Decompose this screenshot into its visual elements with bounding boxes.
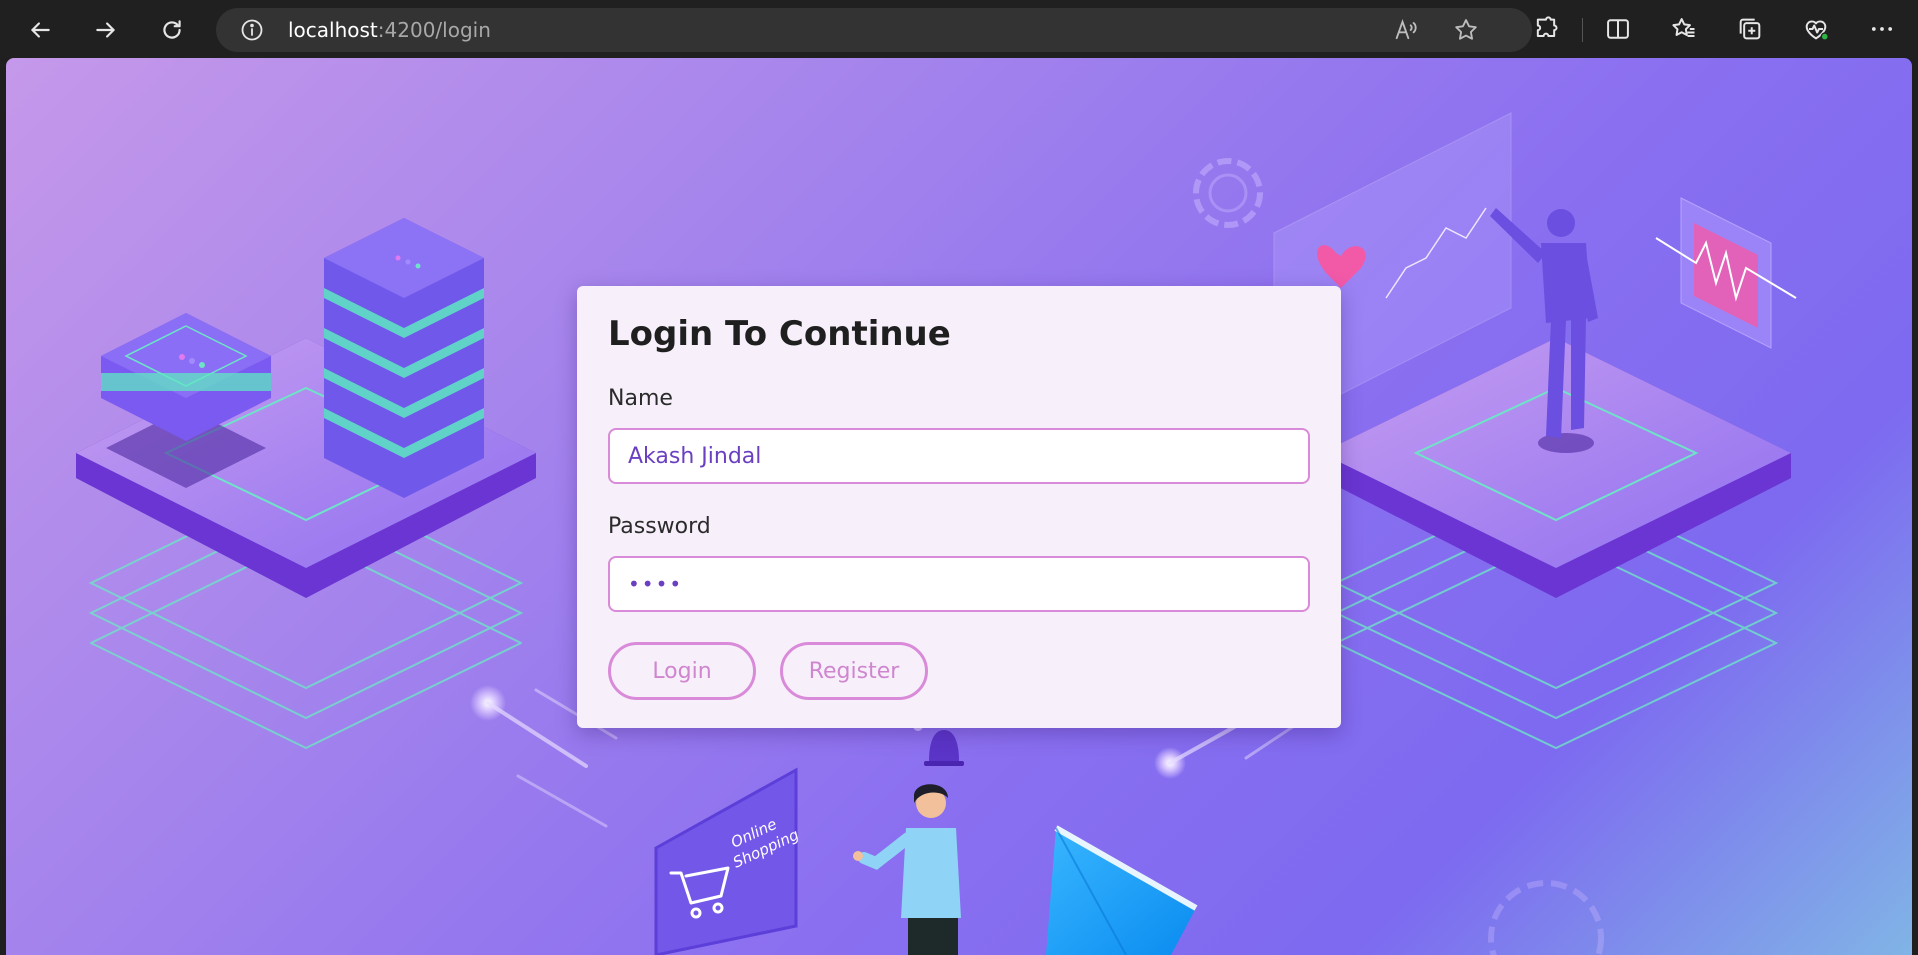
login-title: Login To Continue	[608, 314, 951, 354]
refresh-button[interactable]	[152, 10, 192, 50]
url-path: :4200/login	[377, 18, 491, 42]
url-host: localhost	[288, 18, 378, 42]
center-bottom-illustration: Online Shopping	[654, 721, 1604, 955]
password-input[interactable]: ••••	[608, 556, 1310, 612]
left-platform-illustration	[76, 218, 536, 749]
read-aloud-icon[interactable]	[1392, 16, 1420, 44]
password-value: ••••	[628, 572, 684, 596]
favorite-star-icon[interactable]	[1452, 16, 1480, 44]
login-card: Login To Continue Name Password •••• Log…	[577, 286, 1341, 728]
collections-icon[interactable]	[1736, 15, 1764, 43]
name-label: Name	[608, 386, 673, 411]
browser-essentials-icon[interactable]	[1802, 15, 1830, 43]
favorites-icon[interactable]	[1670, 15, 1698, 43]
login-button[interactable]: Login	[608, 642, 756, 700]
arrow-right-icon	[96, 22, 115, 38]
password-label: Password	[608, 514, 711, 539]
info-icon[interactable]	[240, 18, 264, 42]
extensions-icon[interactable]	[1532, 15, 1560, 43]
forward-button[interactable]	[86, 10, 126, 50]
register-button[interactable]: Register	[780, 642, 928, 700]
arrow-left-icon	[31, 22, 50, 38]
url-text[interactable]: localhost:4200/login	[288, 8, 491, 52]
toolbar-separator	[1582, 18, 1583, 42]
address-bar[interactable]: localhost:4200/login	[216, 8, 1532, 52]
split-screen-icon[interactable]	[1604, 15, 1632, 43]
page-viewport: Online Shopping Login To Continue Name A…	[6, 58, 1912, 955]
browser-toolbar: localhost:4200/login	[0, 0, 1918, 58]
name-input[interactable]	[608, 428, 1310, 484]
refresh-icon	[163, 20, 181, 39]
back-button[interactable]	[20, 10, 60, 50]
more-icon[interactable]	[1868, 15, 1896, 43]
